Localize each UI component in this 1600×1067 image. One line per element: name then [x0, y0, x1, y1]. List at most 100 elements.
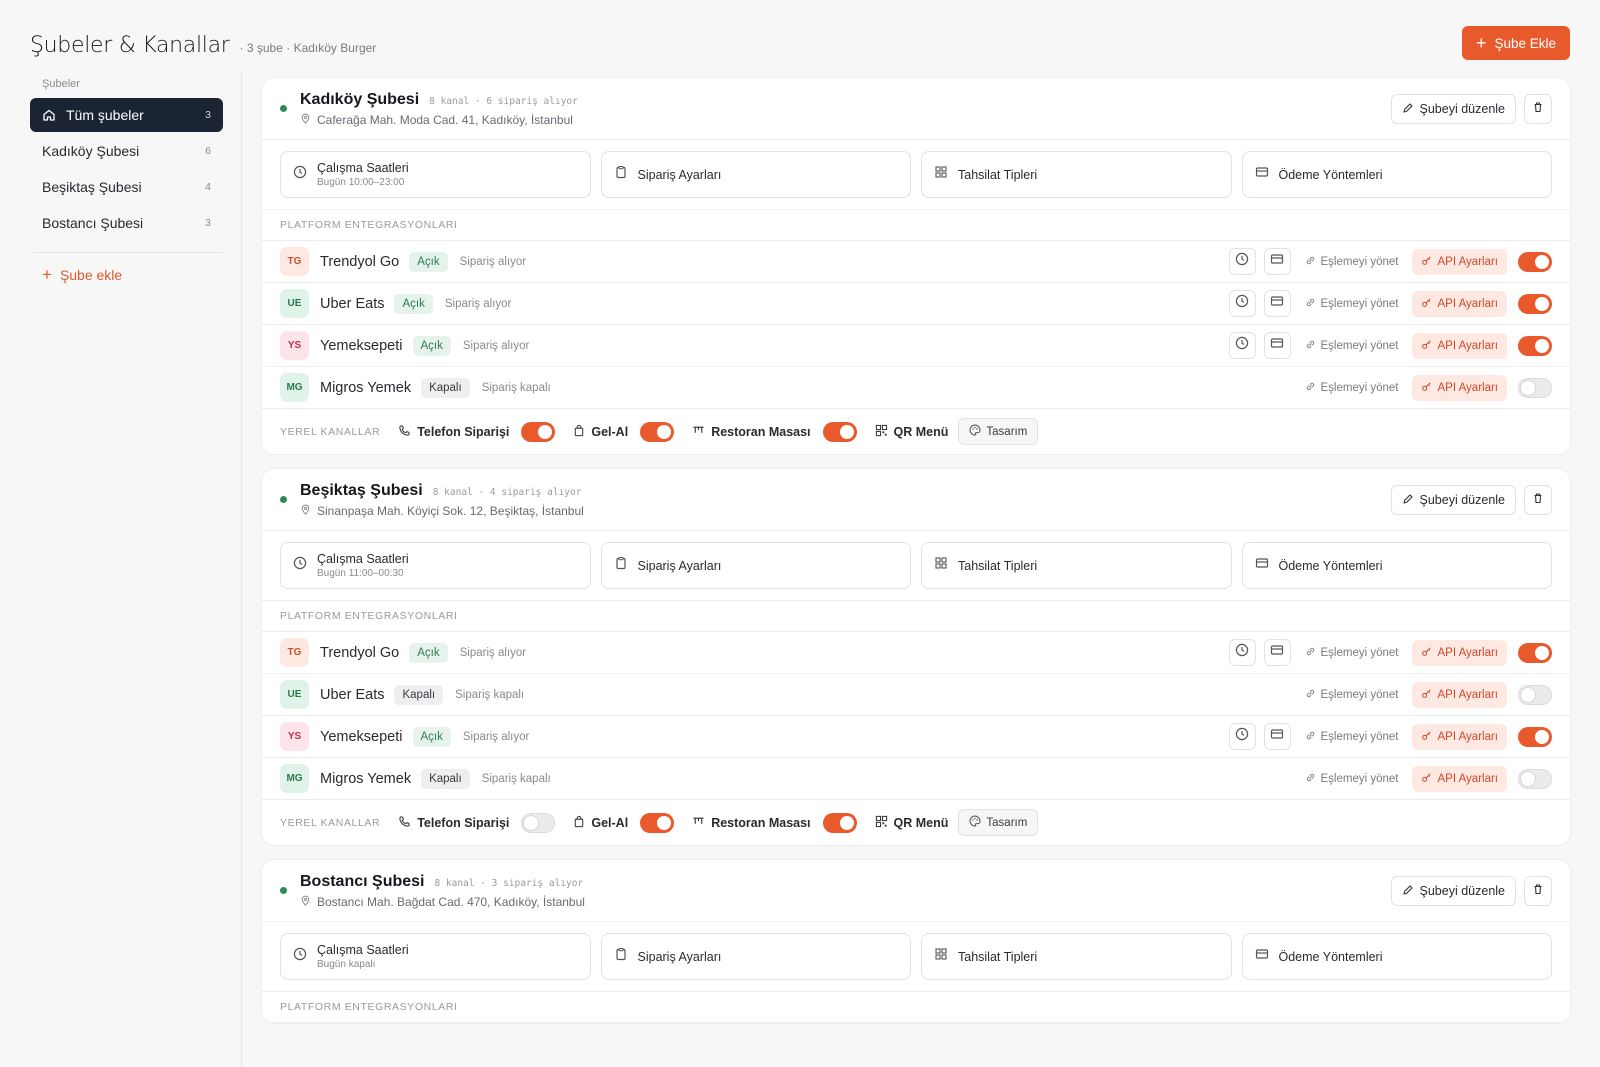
payment-methods-card[interactable]: Ödeme Yöntemleri	[1241, 151, 1552, 198]
sidebar-item-kadikoy[interactable]: Kadıköy Şubesi 6	[30, 134, 223, 168]
payment-methods-card[interactable]: Ödeme Yöntemleri	[1241, 542, 1552, 589]
platform-hours-button[interactable]	[1228, 290, 1256, 317]
order-settings-card[interactable]: Sipariş Ayarları	[600, 542, 911, 589]
clock-icon	[1235, 252, 1249, 271]
plus-icon: +	[42, 265, 52, 284]
table-toggle[interactable]	[822, 812, 857, 833]
platform-toggle[interactable]	[1518, 251, 1552, 272]
platform-toggle[interactable]	[1518, 335, 1552, 356]
sidebar-item-besiktas[interactable]: Beşiktaş Şubesi 4	[30, 170, 223, 204]
platform-status-text: Sipariş alıyor	[462, 730, 530, 743]
design-label: Tasarım	[986, 425, 1028, 438]
design-button[interactable]: Tasarım	[958, 418, 1039, 445]
manage-mapping-label: Eşlemeyi yönet	[1320, 381, 1399, 394]
manage-mapping-link[interactable]: Eşlemeyi yönet	[1305, 255, 1399, 269]
platform-payment-button[interactable]	[1263, 332, 1291, 359]
location-pin-icon	[300, 113, 311, 127]
manage-mapping-link[interactable]: Eşlemeyi yönet	[1305, 297, 1398, 311]
pickup-toggle[interactable]	[640, 421, 675, 442]
manage-mapping-link[interactable]: Eşlemeyi yönet	[1305, 646, 1398, 660]
phone-order-toggle[interactable]	[521, 421, 556, 442]
platform-status-badge: Kapalı	[421, 377, 470, 398]
toggle-knob	[1521, 771, 1535, 786]
platform-hours-button[interactable]	[1228, 332, 1256, 359]
api-settings-button[interactable]: API Ayarları	[1412, 248, 1507, 275]
payment-methods-title: Ödeme Yöntemleri	[1278, 949, 1383, 964]
api-settings-button[interactable]: API Ayarları	[1412, 765, 1507, 792]
edit-branch-button[interactable]: Şubeyi düzenle	[1390, 485, 1516, 515]
local-channels-row: YEREL KANALLAR Telefon Siparişi Gel-Al Rest…	[262, 409, 1570, 454]
api-settings-button[interactable]: API Ayarları	[1412, 290, 1507, 317]
platform-hours-button[interactable]	[1228, 639, 1256, 666]
location-pin-icon	[300, 504, 311, 518]
platform-status-text: Sipariş alıyor	[459, 646, 527, 659]
platform-toggle[interactable]	[1518, 768, 1552, 789]
work-hours-card[interactable]: Çalışma Saatleri Bugün kapalı	[280, 933, 591, 980]
work-hours-card[interactable]: Çalışma Saatleri Bugün 11:00–00:30	[280, 542, 591, 589]
manage-mapping-link[interactable]: Eşlemeyi yönet	[1305, 381, 1399, 395]
platform-payment-button[interactable]	[1263, 723, 1291, 750]
platform-hours-button[interactable]	[1228, 248, 1256, 275]
delete-branch-button[interactable]	[1524, 485, 1552, 515]
local-channels-row: YEREL KANALLAR Telefon Siparişi Gel-Al Rest…	[262, 800, 1570, 845]
manage-mapping-link[interactable]: Eşlemeyi yönet	[1305, 772, 1398, 786]
work-hours-value: Bugün 10:00–23:00	[317, 177, 405, 188]
pickup-toggle[interactable]	[640, 812, 675, 833]
sidebar-item-bostanci[interactable]: Bostancı Şubesi 3	[30, 206, 223, 240]
payment-methods-title: Ödeme Yöntemleri	[1278, 167, 1383, 182]
branch-quick-settings: Çalışma Saatleri Bugün kapalı Sipariş Ayar…	[262, 922, 1570, 992]
edit-branch-label: Şubeyi düzenle	[1419, 493, 1505, 507]
manage-mapping-label: Eşlemeyi yönet	[1320, 255, 1399, 268]
collection-types-card[interactable]: Tahsilat Tipleri	[921, 933, 1232, 980]
api-settings-button[interactable]: API Ayarları	[1412, 723, 1507, 750]
phone-order-toggle[interactable]	[521, 812, 556, 833]
platform-hours-button[interactable]	[1228, 723, 1256, 750]
platform-toggle[interactable]	[1518, 377, 1552, 398]
design-button[interactable]: Tasarım	[958, 809, 1039, 836]
phone-order-channel: Telefon Siparişi	[398, 421, 563, 442]
branch-meta: 8 kanal · 3 sipariş alıyor	[434, 877, 584, 889]
collection-types-card[interactable]: Tahsilat Tipleri	[921, 151, 1232, 198]
platform-status-text: Sipariş kapalı	[481, 381, 551, 394]
clipboard-icon	[614, 556, 628, 575]
order-settings-card[interactable]: Sipariş Ayarları	[600, 151, 911, 198]
link-icon	[1305, 339, 1316, 353]
platform-payment-button[interactable]	[1263, 639, 1291, 666]
key-icon	[1421, 255, 1432, 269]
table-toggle[interactable]	[822, 421, 857, 442]
sidebar-add-branch[interactable]: + Şube ekle	[30, 259, 241, 291]
platform-payment-button[interactable]	[1263, 290, 1291, 317]
collection-types-card[interactable]: Tahsilat Tipleri	[921, 542, 1232, 589]
credit-card-icon	[1255, 556, 1269, 575]
platform-toggle[interactable]	[1518, 684, 1552, 705]
platform-toggle[interactable]	[1518, 726, 1552, 747]
sidebar: Şubeler Tüm şubeler 3 Kadıköy Şubesi 6 B…	[30, 70, 242, 1067]
platform-toggle[interactable]	[1518, 293, 1552, 314]
edit-branch-button[interactable]: Şubeyi düzenle	[1390, 94, 1516, 124]
api-settings-button[interactable]: API Ayarları	[1412, 681, 1507, 708]
branch-header: Bostancı Şubesi 8 kanal · 3 sipariş alıyo…	[262, 860, 1570, 922]
toggle-knob	[538, 424, 553, 439]
delete-branch-button[interactable]	[1524, 876, 1552, 906]
payment-methods-card[interactable]: Ödeme Yöntemleri	[1241, 933, 1552, 980]
sidebar-item-all-branches[interactable]: Tüm şubeler 3	[30, 98, 223, 132]
platform-toggle[interactable]	[1518, 642, 1552, 663]
api-settings-button[interactable]: API Ayarları	[1412, 639, 1507, 666]
delete-branch-button[interactable]	[1524, 94, 1552, 124]
key-icon	[1421, 381, 1432, 395]
manage-mapping-link[interactable]: Eşlemeyi yönet	[1305, 688, 1398, 702]
clock-icon	[1235, 727, 1249, 746]
manage-mapping-link[interactable]: Eşlemeyi yönet	[1305, 339, 1398, 353]
sidebar-item-label: Bostancı Şubesi	[42, 215, 144, 231]
sidebar-item-label: Kadıköy Şubesi	[42, 143, 140, 159]
api-settings-button[interactable]: API Ayarları	[1412, 374, 1507, 401]
edit-branch-button[interactable]: Şubeyi düzenle	[1390, 876, 1516, 906]
api-settings-label: API Ayarları	[1437, 646, 1498, 659]
api-settings-button[interactable]: API Ayarları	[1412, 332, 1507, 359]
manage-mapping-link[interactable]: Eşlemeyi yönet	[1305, 730, 1398, 744]
add-branch-button[interactable]: + Şube Ekle	[1461, 26, 1570, 60]
work-hours-card[interactable]: Çalışma Saatleri Bugün 10:00–23:00	[280, 151, 591, 198]
platform-avatar: TG	[280, 247, 309, 276]
order-settings-card[interactable]: Sipariş Ayarları	[600, 933, 911, 980]
platform-payment-button[interactable]	[1263, 248, 1291, 275]
